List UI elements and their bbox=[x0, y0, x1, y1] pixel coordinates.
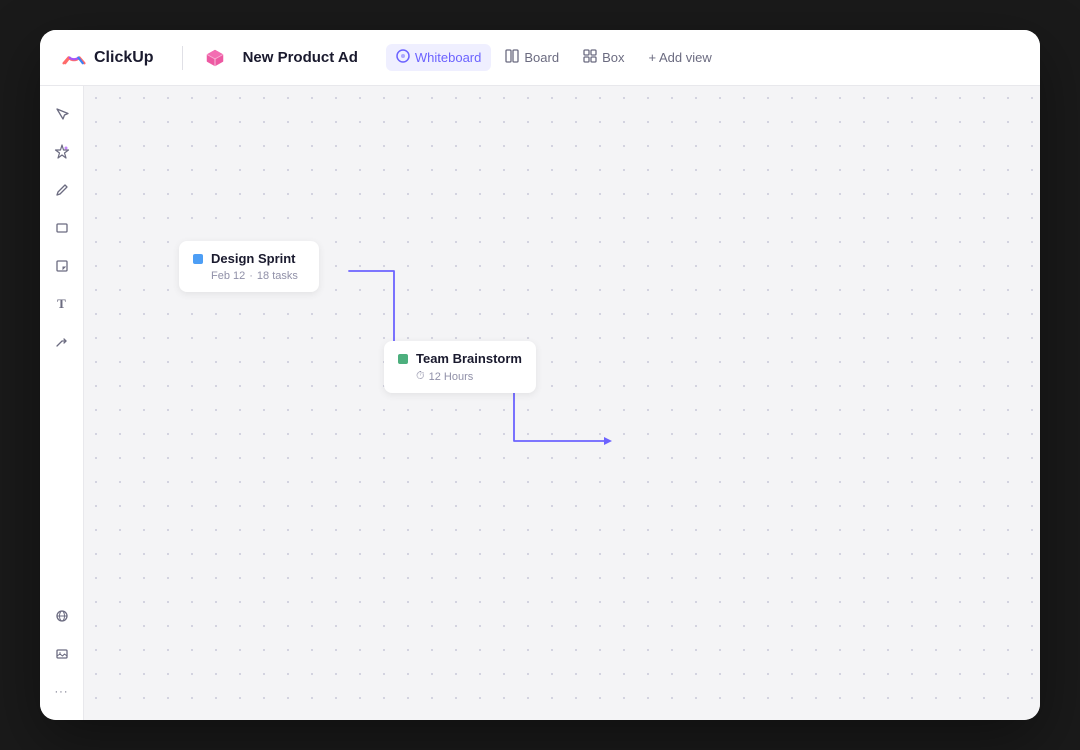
text-tool[interactable]: T bbox=[46, 288, 78, 320]
tab-board[interactable]: Board bbox=[495, 44, 569, 71]
header: ClickUp New Product Ad bbox=[40, 30, 1040, 86]
add-view-label: + Add view bbox=[648, 50, 711, 65]
tab-box[interactable]: Box bbox=[573, 44, 634, 71]
logo[interactable]: ClickUp bbox=[60, 44, 154, 72]
logo-text: ClickUp bbox=[94, 49, 154, 67]
app-window: ClickUp New Product Ad bbox=[40, 30, 1040, 720]
team-brainstorm-card[interactable]: Team Brainstorm ⏱ 12 Hours bbox=[384, 341, 536, 393]
card-color-dot bbox=[193, 254, 203, 264]
add-view-button[interactable]: + Add view bbox=[638, 45, 721, 70]
whiteboard-icon bbox=[396, 49, 410, 66]
more-tools[interactable]: ··· bbox=[46, 676, 78, 708]
box-icon bbox=[583, 49, 597, 66]
left-toolbar: T bbox=[40, 86, 84, 720]
cursor-tool[interactable] bbox=[46, 98, 78, 130]
hours-icon: ⏱ bbox=[416, 370, 425, 383]
card-hours: 12 Hours bbox=[429, 371, 474, 383]
tab-box-label: Box bbox=[602, 50, 624, 65]
card-meta: ⏱ 12 Hours bbox=[416, 370, 522, 383]
clickup-logo-icon bbox=[60, 44, 88, 72]
connector-tool[interactable] bbox=[46, 326, 78, 358]
card-header: Team Brainstorm bbox=[398, 351, 522, 366]
whiteboard-canvas[interactable]: Design Sprint Feb 12 · 18 tasks Team Bra… bbox=[84, 86, 1040, 720]
board-icon bbox=[505, 49, 519, 66]
header-divider bbox=[182, 46, 183, 70]
project-icon bbox=[203, 46, 227, 70]
note-tool[interactable] bbox=[46, 250, 78, 282]
nav-tabs: Whiteboard Board bbox=[386, 44, 722, 71]
card-tasks: 18 tasks bbox=[257, 270, 298, 282]
rectangle-tool[interactable] bbox=[46, 212, 78, 244]
card-header: Design Sprint bbox=[193, 251, 305, 266]
card-title: Design Sprint bbox=[211, 251, 296, 266]
ai-tool[interactable] bbox=[46, 136, 78, 168]
globe-tool[interactable] bbox=[46, 600, 78, 632]
card-date: Feb 12 bbox=[211, 270, 245, 282]
pen-tool[interactable] bbox=[46, 174, 78, 206]
project-title: New Product Ad bbox=[243, 49, 358, 66]
card-color-dot bbox=[398, 354, 408, 364]
connectors-svg bbox=[84, 86, 1040, 720]
tab-whiteboard[interactable]: Whiteboard bbox=[386, 44, 491, 71]
image-tool[interactable] bbox=[46, 638, 78, 670]
card-meta: Feb 12 · 18 tasks bbox=[211, 270, 305, 282]
design-sprint-card[interactable]: Design Sprint Feb 12 · 18 tasks bbox=[179, 241, 319, 292]
tab-board-label: Board bbox=[524, 50, 559, 65]
main-area: T bbox=[40, 86, 1040, 720]
tab-whiteboard-label: Whiteboard bbox=[415, 50, 481, 65]
card-title: Team Brainstorm bbox=[416, 351, 522, 366]
